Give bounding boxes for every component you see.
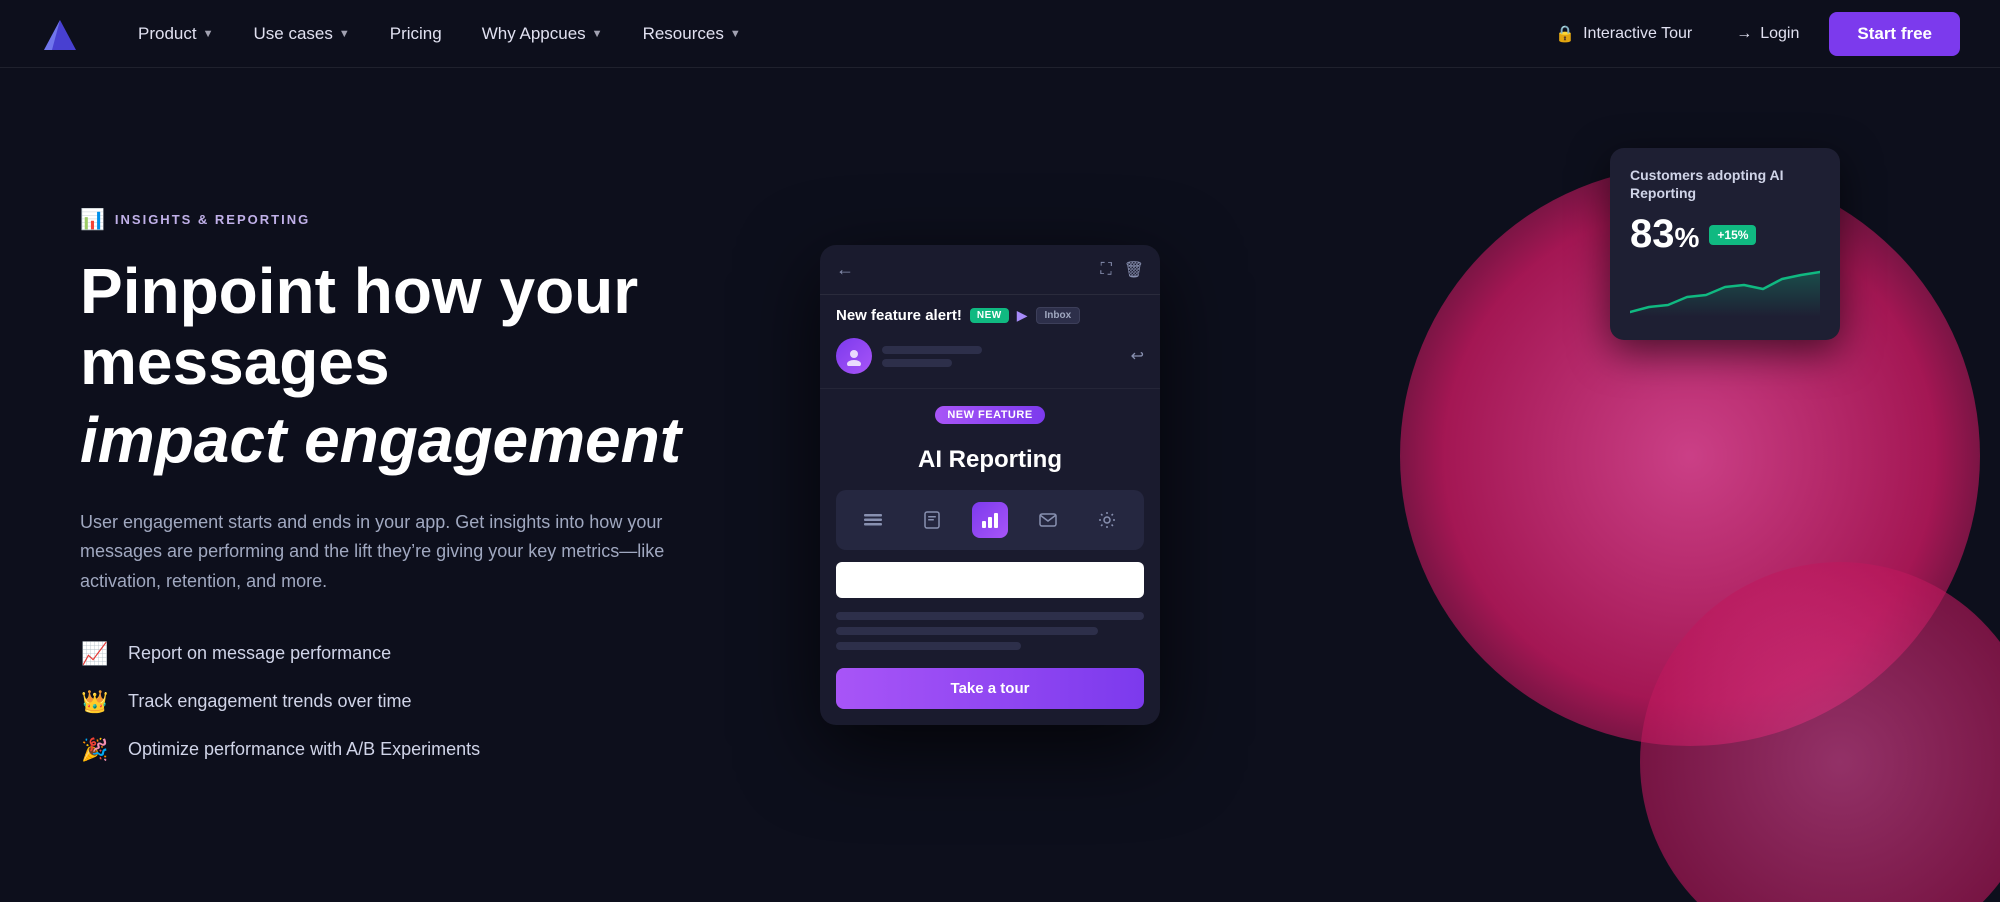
- lock-icon: 🔒: [1555, 24, 1575, 44]
- interactive-tour-button[interactable]: 🔒 Interactive Tour: [1541, 16, 1706, 52]
- logo[interactable]: [40, 14, 80, 54]
- feature-list: 📈 Report on message performance 👑 Track …: [80, 641, 780, 763]
- modal-feature-title: AI Reporting: [836, 446, 1144, 474]
- nav-item-pricing[interactable]: Pricing: [372, 16, 460, 52]
- modal-user-row: ↩: [820, 332, 1160, 388]
- login-button[interactable]: → Login: [1722, 17, 1813, 51]
- nav-item-resources[interactable]: Resources ▼: [625, 16, 759, 52]
- feature-item-1: 📈 Report on message performance: [80, 641, 780, 667]
- badge-new: NEW: [970, 308, 1009, 323]
- avatar: [836, 338, 872, 374]
- stats-chart: [1630, 267, 1820, 317]
- search-bar[interactable]: [836, 562, 1144, 598]
- modal-notification-row: New feature alert! NEW ▶ Inbox: [820, 295, 1160, 332]
- feature-text-3: Optimize performance with A/B Experiment…: [128, 739, 480, 760]
- modal-tag: NEW FEATURE: [935, 406, 1044, 424]
- chevron-down-icon: ▼: [203, 28, 214, 40]
- left-content: 📊 INSIGHTS & REPORTING Pinpoint how your…: [80, 207, 780, 762]
- nav-right: 🔒 Interactive Tour → Login Start free: [1541, 12, 1960, 56]
- section-label-text: INSIGHTS & REPORTING: [115, 212, 310, 227]
- chevron-down-icon: ▼: [730, 28, 741, 40]
- start-free-button[interactable]: Start free: [1829, 12, 1960, 56]
- chart-icon: 📊: [80, 207, 105, 232]
- description: User engagement starts and ends in your …: [80, 508, 720, 597]
- stats-title: Customers adopting AI Reporting: [1630, 166, 1820, 202]
- chevron-down-icon: ▼: [592, 28, 603, 40]
- modal-header: ← ⛶ 🗑: [820, 245, 1160, 295]
- modal-icon-row: [836, 490, 1144, 550]
- badge-inbox: Inbox: [1036, 307, 1081, 324]
- feature-text-1: Report on message performance: [128, 643, 391, 664]
- right-visual: Customers adopting AI Reporting 83% +15%: [780, 68, 1920, 902]
- content-line-3: [836, 642, 1021, 650]
- chevron-down-icon: ▼: [339, 28, 350, 40]
- content-line-2: [836, 627, 1098, 635]
- headline-line2: impact engagement: [80, 405, 780, 475]
- settings-icon-btn[interactable]: [1089, 502, 1125, 538]
- nav-item-why-appcues[interactable]: Why Appcues ▼: [464, 16, 621, 52]
- headline-line1: Pinpoint how your messages: [80, 256, 780, 397]
- stats-number-row: 83% +15%: [1630, 212, 1820, 257]
- feature-text-2: Track engagement trends over time: [128, 691, 411, 712]
- main-content: 📊 INSIGHTS & REPORTING Pinpoint how your…: [0, 68, 2000, 902]
- layers-icon-btn[interactable]: [855, 502, 891, 538]
- user-info-lines: [882, 346, 982, 367]
- modal-tag-container: NEW FEATURE: [836, 405, 1144, 434]
- nav-links: Product ▼ Use cases ▼ Pricing Why Appcue…: [120, 16, 1541, 52]
- content-line-1: [836, 612, 1144, 620]
- crown-icon: 👑: [80, 689, 110, 715]
- nav-item-use-cases[interactable]: Use cases ▼: [235, 16, 367, 52]
- navbar: Product ▼ Use cases ▼ Pricing Why Appcue…: [0, 0, 2000, 68]
- expand-icon[interactable]: ⛶: [1100, 261, 1111, 279]
- modal-cta-button[interactable]: Take a tour: [836, 668, 1144, 709]
- report-icon: 📈: [80, 641, 110, 667]
- notification-text: New feature alert!: [836, 307, 962, 324]
- trash-icon[interactable]: 🗑: [1124, 260, 1144, 280]
- modal-header-actions: ⛶ 🗑: [1100, 260, 1144, 280]
- arrow-icon: ▶: [1017, 307, 1028, 324]
- user-detail-line: [882, 359, 952, 367]
- feature-item-2: 👑 Track engagement trends over time: [80, 689, 780, 715]
- login-icon: →: [1736, 25, 1752, 43]
- celebrate-icon: 🎉: [80, 737, 110, 763]
- document-icon-btn[interactable]: [914, 502, 950, 538]
- stats-badge: +15%: [1709, 225, 1756, 245]
- nav-item-product[interactable]: Product ▼: [120, 16, 231, 52]
- mail-icon-btn[interactable]: [1030, 502, 1066, 538]
- reply-icon[interactable]: ↩: [1131, 346, 1144, 366]
- stats-card: Customers adopting AI Reporting 83% +15%: [1610, 148, 1840, 340]
- feature-item-3: 🎉 Optimize performance with A/B Experime…: [80, 737, 780, 763]
- modal-card: ← ⛶ 🗑 New feature alert! NEW ▶ Inbox: [820, 245, 1160, 725]
- modal-body: NEW FEATURE AI Reporting: [820, 388, 1160, 725]
- user-name-line: [882, 346, 982, 354]
- modal-content-lines: [836, 612, 1144, 650]
- stats-number: 83%: [1630, 212, 1699, 257]
- section-label: 📊 INSIGHTS & REPORTING: [80, 207, 780, 232]
- chart-icon-btn[interactable]: [972, 502, 1008, 538]
- back-icon[interactable]: ←: [836, 259, 854, 280]
